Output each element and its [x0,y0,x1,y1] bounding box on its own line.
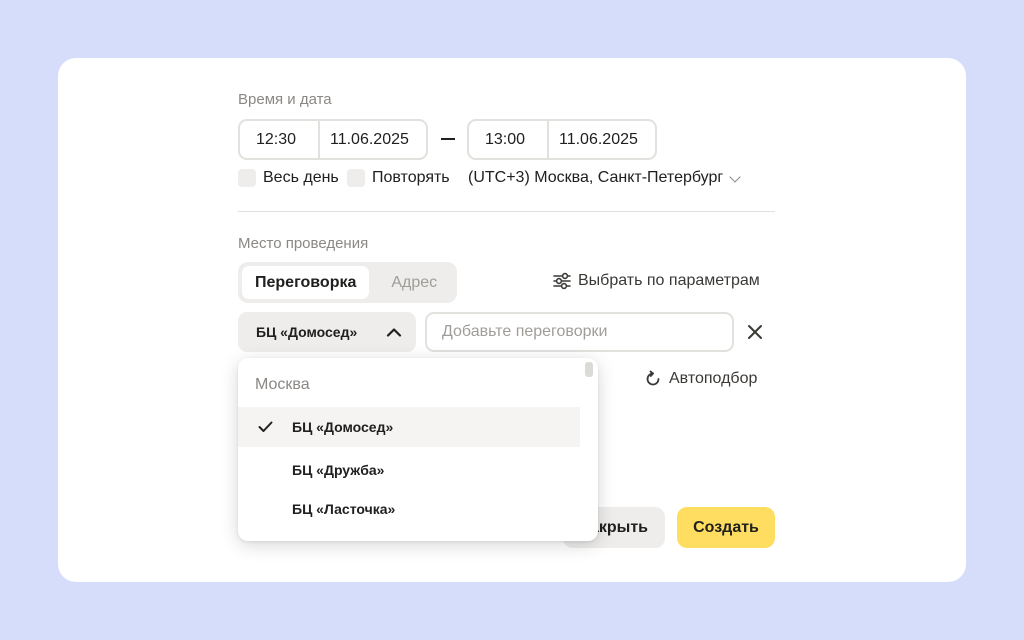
create-button[interactable]: Создать [677,507,775,548]
end-date-input[interactable]: 11.06.2025 [547,121,655,158]
office-select-value: БЦ «Домосед» [256,324,358,340]
all-day-label: Весь день [263,169,339,186]
close-icon[interactable] [747,324,763,340]
rooms-input[interactable] [442,323,732,341]
office-dropdown: Москва БЦ «Домосед» БЦ «Дружба» БЦ «Ласт… [238,358,598,541]
repeat-checkbox-box[interactable] [347,169,365,187]
repeat-checkbox[interactable]: Повторять [347,169,450,187]
dropdown-item-druzhba[interactable]: БЦ «Дружба» [238,450,580,490]
start-date-input[interactable]: 11.06.2025 [318,121,426,158]
time-date-label: Время и дата [238,91,332,108]
filter-params-button[interactable]: Выбрать по параметрам [552,272,760,290]
checkmark-icon [258,421,273,432]
dropdown-item-label: БЦ «Дружба» [292,462,385,478]
chevron-up-icon [386,328,402,337]
location-label: Место проведения [238,235,369,252]
end-time-input[interactable]: 13:00 [469,121,547,158]
rooms-input-box [425,312,734,352]
timezone-value: (UTC+3) Москва, Санкт-Петербург [468,169,724,186]
all-day-checkbox[interactable]: Весь день [238,169,339,187]
dropdown-item-label: БЦ «Ласточка» [292,501,396,517]
tab-room[interactable]: Переговорка [242,266,370,299]
dropdown-item-lastochka[interactable]: БЦ «Ласточка» [238,489,580,529]
sliders-icon [553,272,571,290]
autoselect-label: Автоподбор [669,370,758,387]
timezone-select[interactable]: (UTC+3) Москва, Санкт-Петербург [468,169,741,187]
chevron-down-icon [729,170,741,183]
range-dash [441,138,455,140]
tab-address[interactable]: Адрес [369,266,455,299]
end-datetime-field: 13:00 11.06.2025 [467,119,657,160]
start-datetime-field: 12:30 11.06.2025 [238,119,428,160]
dropdown-scrollbar[interactable] [585,362,593,377]
repeat-label: Повторять [372,169,450,186]
autoselect-button[interactable]: Автоподбор [644,370,757,388]
start-time-input[interactable]: 12:30 [240,121,318,158]
event-form-card: Время и дата 12:30 11.06.2025 13:00 11.0… [58,58,966,582]
section-divider [238,211,775,212]
dropdown-item-label: БЦ «Домосед» [292,419,394,435]
dropdown-group-moscow: Москва [255,376,310,393]
refresh-icon [646,370,660,386]
location-type-tabs: Переговорка Адрес [238,262,457,303]
dropdown-item-domosed[interactable]: БЦ «Домосед» [238,407,580,447]
office-select[interactable]: БЦ «Домосед» [238,312,416,352]
filter-params-label: Выбрать по параметрам [578,272,760,289]
all-day-checkbox-box[interactable] [238,169,256,187]
